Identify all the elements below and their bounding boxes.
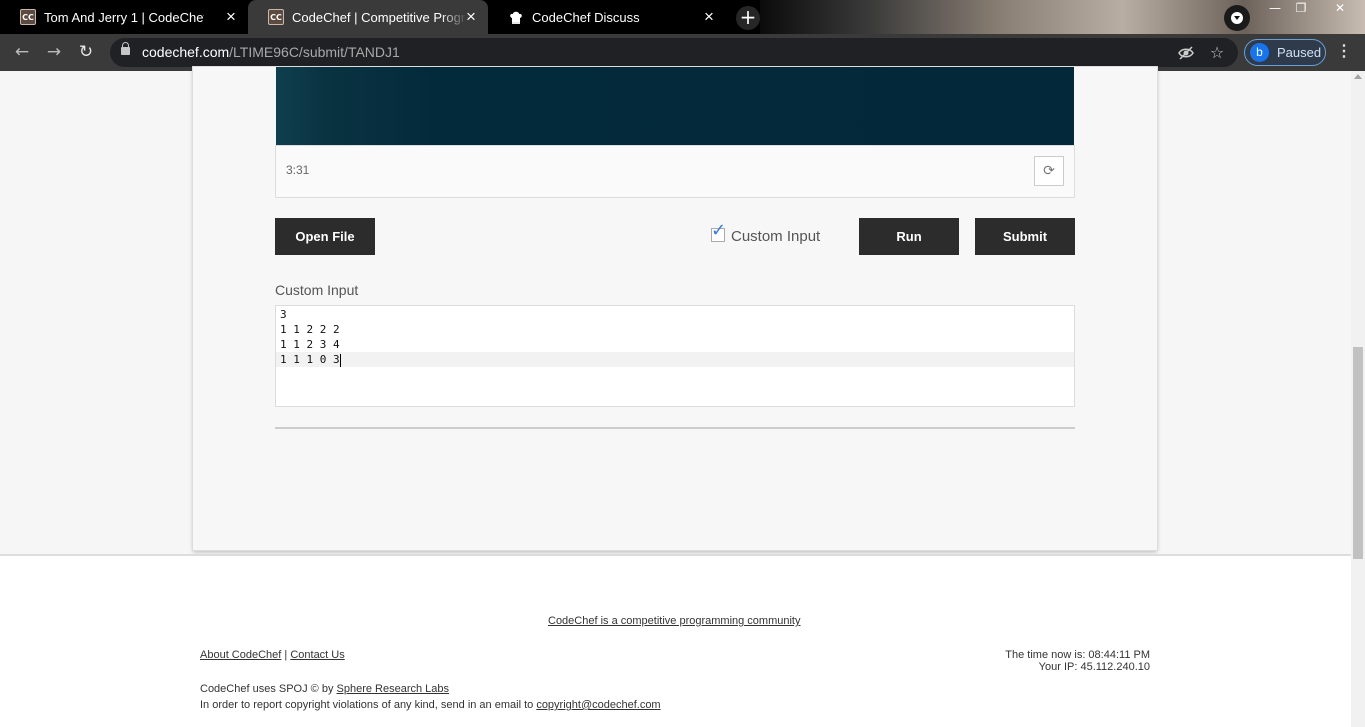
avatar: b (1250, 43, 1269, 62)
custom-input-label: Custom Input (275, 282, 359, 298)
url-text[interactable]: codechef.com/LTIME96C/submit/TANDJ1 (142, 44, 400, 60)
tab-search-icon[interactable] (1224, 5, 1250, 31)
input-line: 1 1 2 2 2 (280, 323, 340, 336)
bookmark-star-icon[interactable]: ☆ (1208, 43, 1226, 62)
profile-status: Paused (1277, 45, 1322, 60)
footer-links: About CodeChef | Contact Us (200, 649, 345, 661)
copyright-notice: In order to report copyright violations … (200, 699, 661, 711)
custom-input-checkbox-label[interactable]: Custom Input (731, 228, 820, 245)
scroll-up-arrow-icon[interactable] (1354, 74, 1362, 79)
tab-close-icon[interactable]: × (222, 8, 240, 26)
restore-icon[interactable]: ❐ (1286, 0, 1316, 18)
spoj-credit-text: CodeChef uses SPOJ © by (200, 683, 334, 695)
tagline-text: CodeChef is a competitive programming co… (548, 615, 801, 627)
link-separator: | (284, 649, 288, 661)
server-time: The time now is: 08:44:11 PM (1005, 649, 1150, 661)
profile-button[interactable]: b Paused (1244, 39, 1326, 66)
input-line: 1 1 2 3 4 (280, 338, 340, 351)
tab-codechef-competitive-programming[interactable]: CC CodeChef | Competitive Programming × (248, 0, 488, 34)
input-line: 3 (280, 308, 287, 321)
address-bar[interactable]: codechef.com/LTIME96C/submit/TANDJ1 ☆ (110, 38, 1238, 67)
tab-title: CodeChef Discuss (532, 9, 640, 25)
new-tab-plus-icon[interactable]: + (736, 6, 760, 30)
sphere-research-labs-link[interactable]: Sphere Research Labs (337, 683, 450, 695)
page-scrollbar[interactable] (1351, 71, 1365, 727)
run-button[interactable]: Run (859, 218, 959, 255)
tab-close-icon[interactable]: × (462, 8, 480, 26)
timer: 3:31 (286, 163, 310, 177)
tab-close-icon[interactable]: × (700, 8, 718, 26)
open-file-button[interactable]: Open File (275, 218, 375, 255)
url-host: codechef.com (142, 44, 230, 60)
browser-tab-strip: CC Tom And Jerry 1 | CodeChef × CC CodeC… (0, 0, 1365, 34)
submit-button[interactable]: Submit (975, 218, 1075, 255)
contact-us-link[interactable]: Contact Us (290, 649, 344, 661)
footer-tagline-link[interactable]: CodeChef is a competitive programming co… (548, 615, 801, 627)
chef-hat-icon (508, 9, 524, 25)
about-codechef-link[interactable]: About CodeChef (200, 649, 281, 661)
codechef-favicon-icon: CC (20, 9, 36, 25)
url-path: /LTIME96C/submit/TANDJ1 (229, 44, 400, 60)
close-window-icon[interactable]: ✕ (1325, 0, 1355, 18)
scrollbar-thumb[interactable] (1353, 347, 1363, 559)
lock-icon[interactable] (121, 42, 130, 55)
eye-slash-icon[interactable] (1177, 44, 1195, 62)
codechef-favicon-icon: CC (268, 9, 284, 25)
page-content: 3:31 ⟳ Open File ✓ Custom Input Run Subm… (0, 67, 1351, 727)
text-caret (339, 353, 341, 367)
refresh-icon[interactable]: ⟳ (1034, 156, 1064, 186)
forward-arrow-icon[interactable]: → (42, 40, 66, 64)
tab-title: Tom And Jerry 1 | CodeChef (44, 9, 204, 25)
copyright-email-link[interactable]: copyright@codechef.com (536, 699, 660, 711)
editor-status-bar: 3:31 ⟳ (275, 145, 1075, 198)
footer: CodeChef is a competitive programming co… (0, 554, 1351, 727)
reload-icon[interactable]: ↻ (74, 40, 98, 64)
browser-menu-icon[interactable]: ⋮ (1334, 41, 1354, 63)
checkmark-icon: ✓ (711, 220, 727, 241)
user-ip: Your IP: 45.112.240.10 (1038, 661, 1150, 673)
divider (275, 427, 1075, 429)
custom-input-textarea[interactable]: 3 1 1 2 2 2 1 1 2 3 4 1 1 1 0 3 (275, 305, 1075, 407)
tab-codechef-discuss[interactable]: CodeChef Discuss × (488, 0, 726, 34)
input-line: 1 1 1 0 3 (280, 353, 340, 366)
tab-title: CodeChef | Competitive Programming (292, 9, 467, 25)
tab-tom-and-jerry[interactable]: CC Tom And Jerry 1 | CodeChef × (0, 0, 248, 34)
copyright-text: In order to report copyright violations … (200, 699, 534, 711)
back-arrow-icon[interactable]: ← (10, 40, 34, 64)
spoj-credit: CodeChef uses SPOJ © by Sphere Research … (200, 683, 449, 695)
submit-card: 3:31 ⟳ Open File ✓ Custom Input Run Subm… (193, 67, 1157, 550)
input-line-active: 1 1 1 0 3 (276, 352, 1074, 367)
code-editor-area[interactable] (276, 67, 1074, 146)
browser-toolbar: ← → ↻ codechef.com/LTIME96C/submit/TANDJ… (0, 34, 1365, 71)
